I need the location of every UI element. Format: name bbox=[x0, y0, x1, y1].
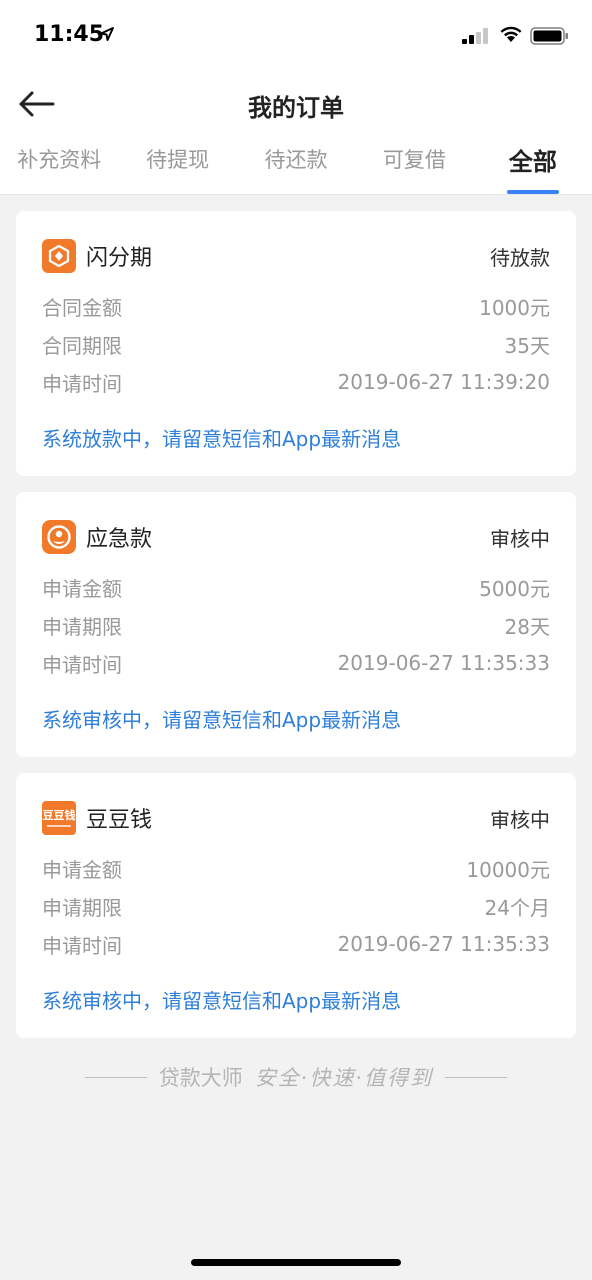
status-time: 11:45 bbox=[34, 22, 105, 47]
status-message-link[interactable]: 系统审核中，请留意短信和App最新消息 bbox=[42, 985, 550, 1014]
order-card[interactable]: 豆豆钱 豆豆钱 审核中 申请金额 10000元 申请期限 24个月 申请时间 2… bbox=[16, 773, 576, 1038]
logo-text: 豆豆钱 bbox=[42, 808, 76, 822]
status-message-link[interactable]: 系统审核中，请留意短信和App最新消息 bbox=[42, 704, 550, 733]
navigation-bar: 我的订单 bbox=[0, 72, 592, 136]
row-value: 2019-06-27 11:35:33 bbox=[337, 651, 550, 675]
row-value: 2019-06-27 11:35:33 bbox=[337, 932, 550, 956]
row-value: 24个月 bbox=[484, 895, 550, 920]
row-label: 申请时间 bbox=[42, 652, 122, 677]
order-card[interactable]: 闪分期 待放款 合同金额 1000元 合同期限 35天 申请时间 2019-06… bbox=[16, 211, 576, 476]
detail-row: 申请期限 28天 bbox=[42, 606, 550, 644]
detail-row: 申请期限 24个月 bbox=[42, 887, 550, 925]
tab-supplement-info[interactable]: 补充资料 bbox=[0, 136, 118, 194]
battery-icon bbox=[530, 27, 568, 45]
detail-row: 申请金额 5000元 bbox=[42, 568, 550, 606]
row-label: 申请金额 bbox=[42, 857, 122, 882]
row-value: 1000元 bbox=[479, 295, 550, 320]
tab-pending-repayment[interactable]: 待还款 bbox=[237, 136, 355, 194]
tab-label: 全部 bbox=[508, 148, 557, 176]
tab-label: 待还款 bbox=[264, 148, 328, 172]
active-tab-indicator bbox=[506, 190, 559, 194]
tab-all[interactable]: 全部 bbox=[474, 136, 592, 194]
tab-label: 可复借 bbox=[382, 148, 446, 172]
row-label: 申请时间 bbox=[42, 371, 122, 396]
row-label: 合同期限 bbox=[42, 333, 122, 358]
tab-label: 补充资料 bbox=[17, 148, 102, 172]
status-badge: 待放款 bbox=[490, 245, 550, 270]
detail-row: 申请时间 2019-06-27 11:35:33 bbox=[42, 925, 550, 963]
row-label: 申请时间 bbox=[42, 933, 122, 958]
row-label: 合同金额 bbox=[42, 295, 122, 320]
tab-pending-withdrawal[interactable]: 待提现 bbox=[118, 136, 236, 194]
product-name: 应急款 bbox=[86, 527, 153, 552]
location-arrow-icon bbox=[100, 27, 114, 41]
tab-reborrowable[interactable]: 可复借 bbox=[355, 136, 473, 194]
row-value: 28天 bbox=[504, 614, 550, 639]
tab-label: 待提现 bbox=[146, 148, 210, 172]
detail-row: 申请时间 2019-06-27 11:35:33 bbox=[42, 644, 550, 682]
row-value: 35天 bbox=[504, 333, 550, 358]
divider bbox=[84, 1076, 147, 1078]
detail-row: 申请金额 10000元 bbox=[42, 849, 550, 887]
top-area: 11:45 我的订单 补充资料 待提现 待还款 可复借 全部 bbox=[0, 0, 592, 195]
footer-slogan: 贷款大师 安全·快速·值得到 bbox=[16, 1062, 576, 1092]
status-message-link[interactable]: 系统放款中，请留意短信和App最新消息 bbox=[42, 423, 550, 452]
order-card[interactable]: 应急款 审核中 申请金额 5000元 申请期限 28天 申请时间 2019-06… bbox=[16, 492, 576, 757]
row-value: 10000元 bbox=[466, 857, 550, 882]
page-title: 我的订单 bbox=[248, 94, 344, 122]
product-name: 豆豆钱 bbox=[86, 808, 153, 833]
row-label: 申请期限 bbox=[42, 895, 122, 920]
detail-row: 合同期限 35天 bbox=[42, 325, 550, 363]
row-value: 2019-06-27 11:39:20 bbox=[337, 370, 550, 394]
row-value: 5000元 bbox=[479, 576, 550, 601]
status-badge: 审核中 bbox=[490, 526, 550, 551]
detail-row: 合同金额 1000元 bbox=[42, 287, 550, 325]
product-name: 闪分期 bbox=[86, 246, 153, 271]
footer-brand: 贷款大师 bbox=[158, 1066, 243, 1090]
status-badge: 审核中 bbox=[490, 807, 550, 832]
status-bar: 11:45 bbox=[0, 0, 592, 72]
cellular-signal-icon bbox=[462, 28, 488, 44]
wifi-icon bbox=[500, 26, 522, 42]
home-indicator[interactable] bbox=[191, 1259, 401, 1266]
yingjikuan-logo-icon bbox=[42, 520, 76, 554]
order-tabs: 补充资料 待提现 待还款 可复借 全部 bbox=[0, 136, 592, 194]
doudouqian-logo-icon: 豆豆钱 bbox=[42, 801, 76, 835]
row-label: 申请期限 bbox=[42, 614, 122, 639]
row-label: 申请金额 bbox=[42, 576, 122, 601]
footer-motto: 安全·快速·值得到 bbox=[254, 1066, 434, 1090]
divider bbox=[445, 1076, 508, 1078]
detail-row: 申请时间 2019-06-27 11:39:20 bbox=[42, 363, 550, 401]
order-list: 闪分期 待放款 合同金额 1000元 合同期限 35天 申请时间 2019-06… bbox=[0, 195, 592, 1092]
shanfenqi-logo-icon bbox=[42, 239, 76, 273]
